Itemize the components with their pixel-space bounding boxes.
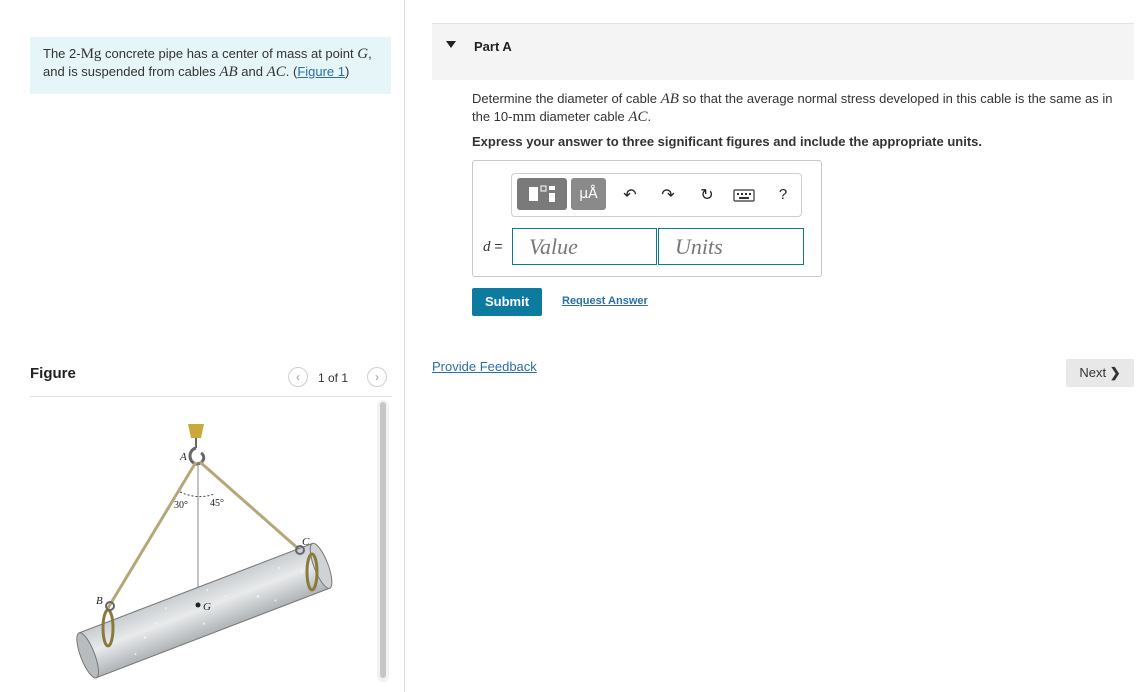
submit-button[interactable]: Submit xyxy=(472,288,542,316)
next-button[interactable]: Next ❯ xyxy=(1066,359,1134,387)
templates-icon xyxy=(529,185,555,202)
value-input[interactable] xyxy=(512,228,657,265)
units-button[interactable]: μÅ xyxy=(571,178,606,210)
figure-title: Figure xyxy=(30,365,76,382)
redo-icon: ↷ xyxy=(661,185,675,204)
problem-statement: The 2-Mg concrete pipe has a center of m… xyxy=(30,37,391,94)
problem-text: The 2- xyxy=(43,46,81,61)
part-title[interactable]: Part A xyxy=(474,39,512,54)
caret-down-icon[interactable] xyxy=(446,41,456,48)
units-icon: μÅ xyxy=(579,186,598,202)
cable-ab-label: AB xyxy=(660,91,679,107)
answer-instruction: Express your answer to three significant… xyxy=(472,134,982,149)
reset-button[interactable]: ↻ xyxy=(697,185,717,205)
cable-ac-label: AC xyxy=(266,64,286,80)
reset-icon: ↻ xyxy=(700,185,714,204)
column-divider xyxy=(404,0,405,692)
units-input[interactable] xyxy=(658,228,804,265)
help-button[interactable]: ? xyxy=(773,185,793,205)
request-answer-link[interactable]: Request Answer xyxy=(562,295,648,307)
help-icon: ? xyxy=(778,186,788,203)
previous-figure-button[interactable]: ‹ xyxy=(288,367,308,387)
mm-unit: mm xyxy=(512,109,536,125)
question-text: Determine the diameter of cable AB so th… xyxy=(472,91,1113,125)
keyboard-button[interactable] xyxy=(733,185,755,205)
label-c: C xyxy=(302,536,310,548)
keyboard-icon xyxy=(733,189,755,202)
problem-text: concrete pipe has a center of mass at po… xyxy=(101,46,358,61)
cable-ac-label: AC xyxy=(628,109,648,125)
undo-icon: ↶ xyxy=(623,185,637,204)
pipe-figure: A B C G 30° 45° xyxy=(76,424,333,679)
angle-30-label: 30° xyxy=(174,500,188,511)
label-b: B xyxy=(96,595,103,607)
label-g: G xyxy=(203,601,211,613)
mass-unit: Mg xyxy=(80,46,102,62)
center-of-mass-point xyxy=(195,602,201,608)
angle-arc xyxy=(179,491,215,498)
chevron-left-icon: ‹ xyxy=(296,370,300,384)
next-figure-button[interactable]: › xyxy=(367,367,387,387)
cable-ab xyxy=(106,461,198,609)
angle-45-label: 45° xyxy=(210,498,224,509)
figure-scrollbar-thumb[interactable] xyxy=(380,402,386,678)
templates-button[interactable] xyxy=(517,178,567,210)
crane-block xyxy=(188,424,204,438)
cable-ab-label: AB xyxy=(219,64,238,80)
figure-divider xyxy=(30,396,392,397)
figure-page-indicator: 1 of 1 xyxy=(318,371,349,385)
redo-button[interactable]: ↷ xyxy=(658,185,678,205)
point-g-label: G xyxy=(357,46,369,62)
figure-link[interactable]: Figure 1 xyxy=(297,64,345,79)
provide-feedback-link[interactable]: Provide Feedback xyxy=(432,359,537,374)
variable-label: d = xyxy=(483,238,503,255)
part-a-header[interactable] xyxy=(432,23,1134,80)
undo-button[interactable]: ↶ xyxy=(620,185,640,205)
chevron-right-icon: ❯ xyxy=(1109,365,1121,380)
chevron-right-icon: › xyxy=(375,370,379,384)
label-a: A xyxy=(179,451,187,463)
